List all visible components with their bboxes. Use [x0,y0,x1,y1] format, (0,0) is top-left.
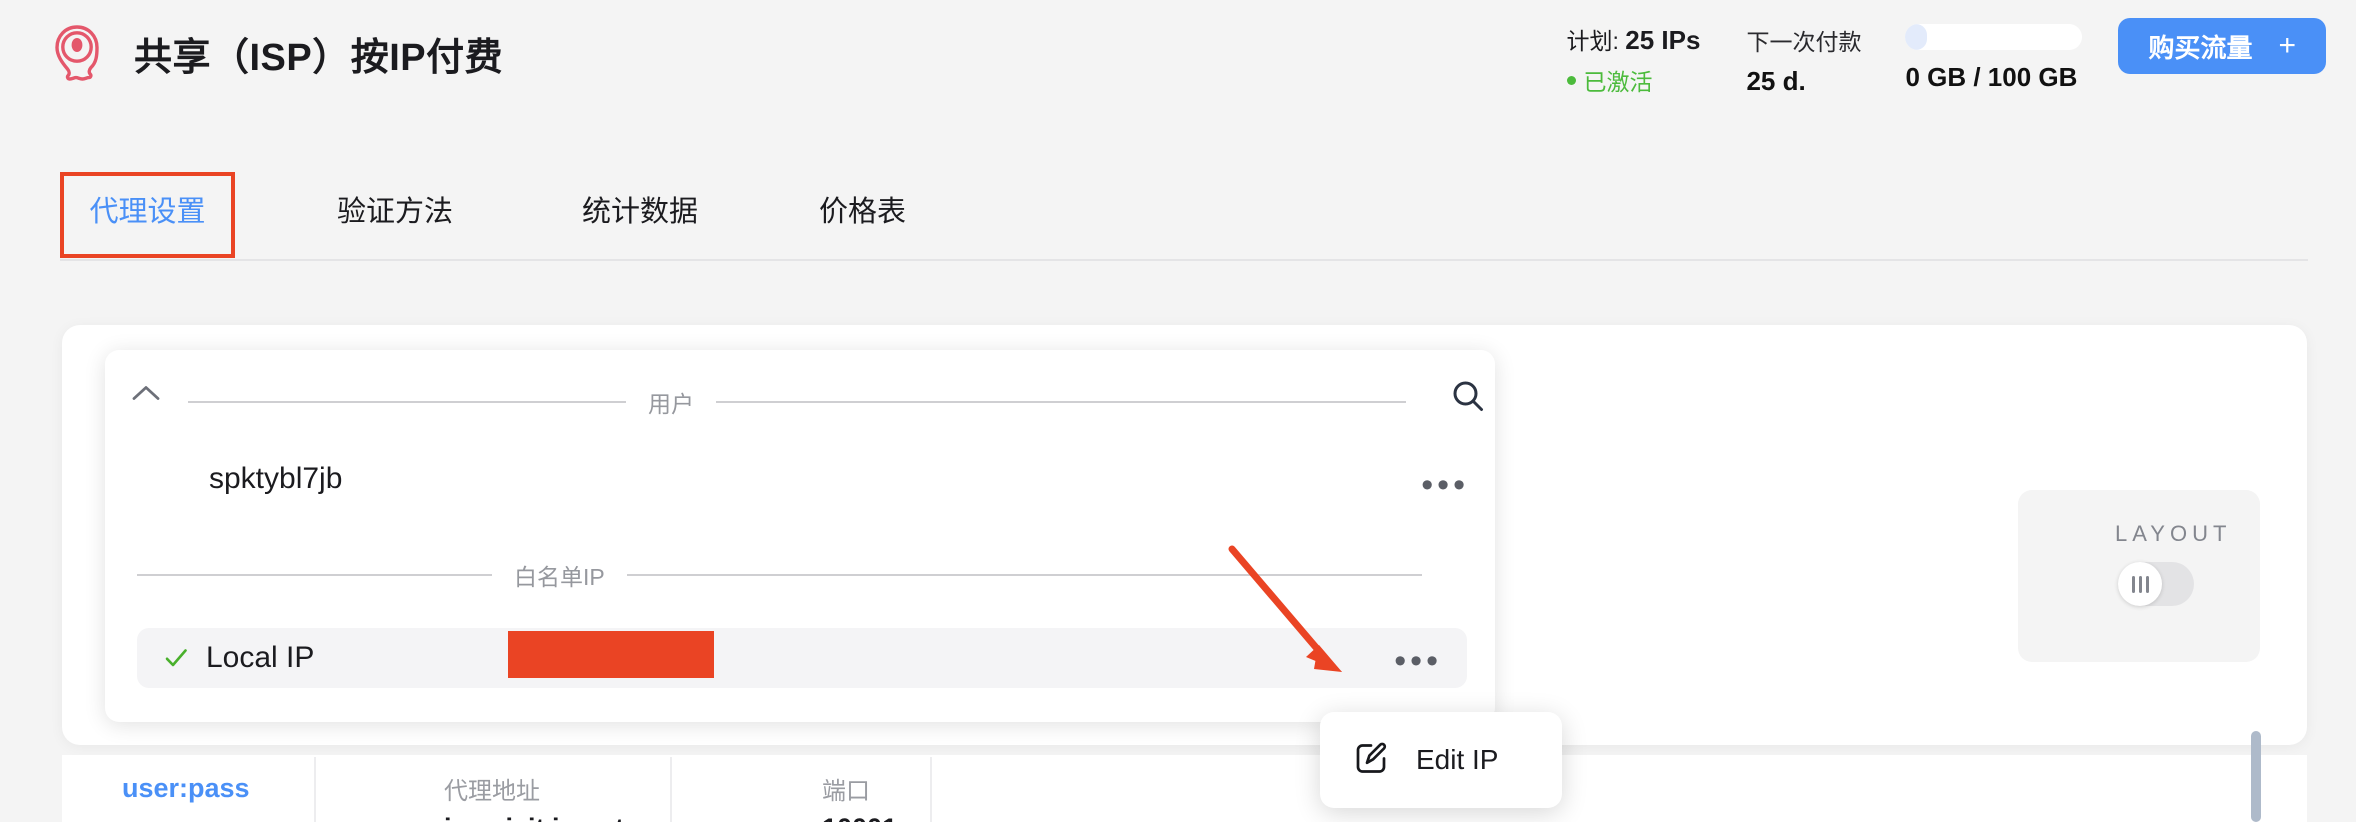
whitelist-divider-label: 白名单IP [514,564,605,590]
chevron-up-icon[interactable] [131,383,161,403]
plan-info: 计划: 25 IPs 已激活 [1566,18,1701,97]
column-header-address: 代理地址 [444,778,540,805]
proxy-table: user:pass 代理地址 端口 isp.visit.io.net 10001 [62,755,2307,822]
traffic-progress-fill [1905,24,1928,50]
vertical-scrollbar[interactable] [2251,731,2261,822]
buy-traffic-button[interactable]: 购买流量 + [2118,18,2326,74]
tab-pricing[interactable]: 价格表 [805,160,920,258]
check-icon [164,646,188,670]
status-label: 已激活 [1583,69,1653,95]
edit-ip-menu-item[interactable]: Edit IP [1416,744,1498,776]
plan-value: 25 IPs [1625,25,1701,55]
next-payment-value: 25 d. [1746,66,1806,96]
copy-icon[interactable] [964,817,994,822]
user-name: spktybl7jb [209,462,343,495]
table-divider-1 [314,757,316,822]
traffic-label: 0 GB / 100 GB [1905,62,2078,92]
layout-toggle[interactable] [2118,562,2194,606]
divider-line-left [188,401,626,403]
table-header-row: user:pass 代理地址 端口 [62,755,2307,822]
column-header-userpass[interactable]: user:pass [122,755,250,822]
header-meta: 计划: 25 IPs 已激活 下一次付款 25 d. 0 GB / 100 GB [1566,18,2326,97]
brand: 共享（ISP）按IP付费 [46,22,503,84]
column-header-port: 端口 [822,778,870,805]
knob-bar-3 [2145,575,2149,593]
traffic-progress-bar [1905,24,2083,50]
status-dot-icon [1566,75,1576,85]
divider-line-left-2 [137,574,492,576]
next-payment-label: 下一次付款 [1746,29,1862,55]
search-icon[interactable] [1450,378,1486,414]
table-divider-2 [670,757,672,822]
user-divider-label: 用户 [648,391,694,417]
tab-bar: 代理设置 验证方法 统计数据 价格表 [0,160,2356,261]
edit-square-icon [1354,741,1388,780]
layout-label: LAYOUT [2115,521,2232,546]
buy-traffic-label: 购买流量 [2148,32,2253,63]
knob-bar-2 [2138,575,2142,593]
app-header: 共享（ISP）按IP付费 计划: 25 IPs 已激活 下一次付款 25 d. [0,0,2356,132]
next-payment-info: 下一次付款 25 d. [1746,18,1861,97]
table-divider-3 [930,757,932,822]
tab-underline [60,259,2308,261]
plan-line: 计划: 25 IPs [1567,22,1701,56]
divider-line-right-2 [626,574,1422,576]
traffic-info: 0 GB / 100 GB [1905,18,2083,93]
cell-address: isp.visit.io.net [444,813,624,822]
page-title: 共享（ISP）按IP付费 [134,36,504,79]
app-root: 共享（ISP）按IP付费 计划: 25 IPs 已激活 下一次付款 25 d. [0,0,2356,822]
context-menu-popup: Edit IP [1320,712,1562,808]
columns-icon [2118,562,2162,606]
location-pin-icon [46,22,108,84]
user-row[interactable]: spktybl7jb ••• [105,448,1495,510]
user-divider: 用户 [188,385,1418,419]
whitelist-ip-ellipsis-icon[interactable]: ••• [1394,644,1442,678]
plan-label: 计划: [1566,28,1619,54]
tab-auth-method[interactable]: 验证方法 [320,160,470,258]
whitelist-divider: 白名单IP [137,558,1427,592]
tab-statistics[interactable]: 统计数据 [565,160,715,258]
whitelist-ip-row[interactable]: Local IP ••• [137,628,1467,688]
whitelist-ip-label: Local IP [206,641,315,674]
divider-line-right [716,401,1406,403]
user-ellipsis-icon[interactable]: ••• [1421,468,1469,502]
plus-icon: + [2278,29,2296,62]
knob-bar-1 [2131,575,2135,593]
tab-proxy-settings[interactable]: 代理设置 [60,160,235,258]
cell-port: 10001 [822,813,897,822]
redaction-box [508,631,714,678]
status-badge: 已激活 [1566,63,1701,97]
